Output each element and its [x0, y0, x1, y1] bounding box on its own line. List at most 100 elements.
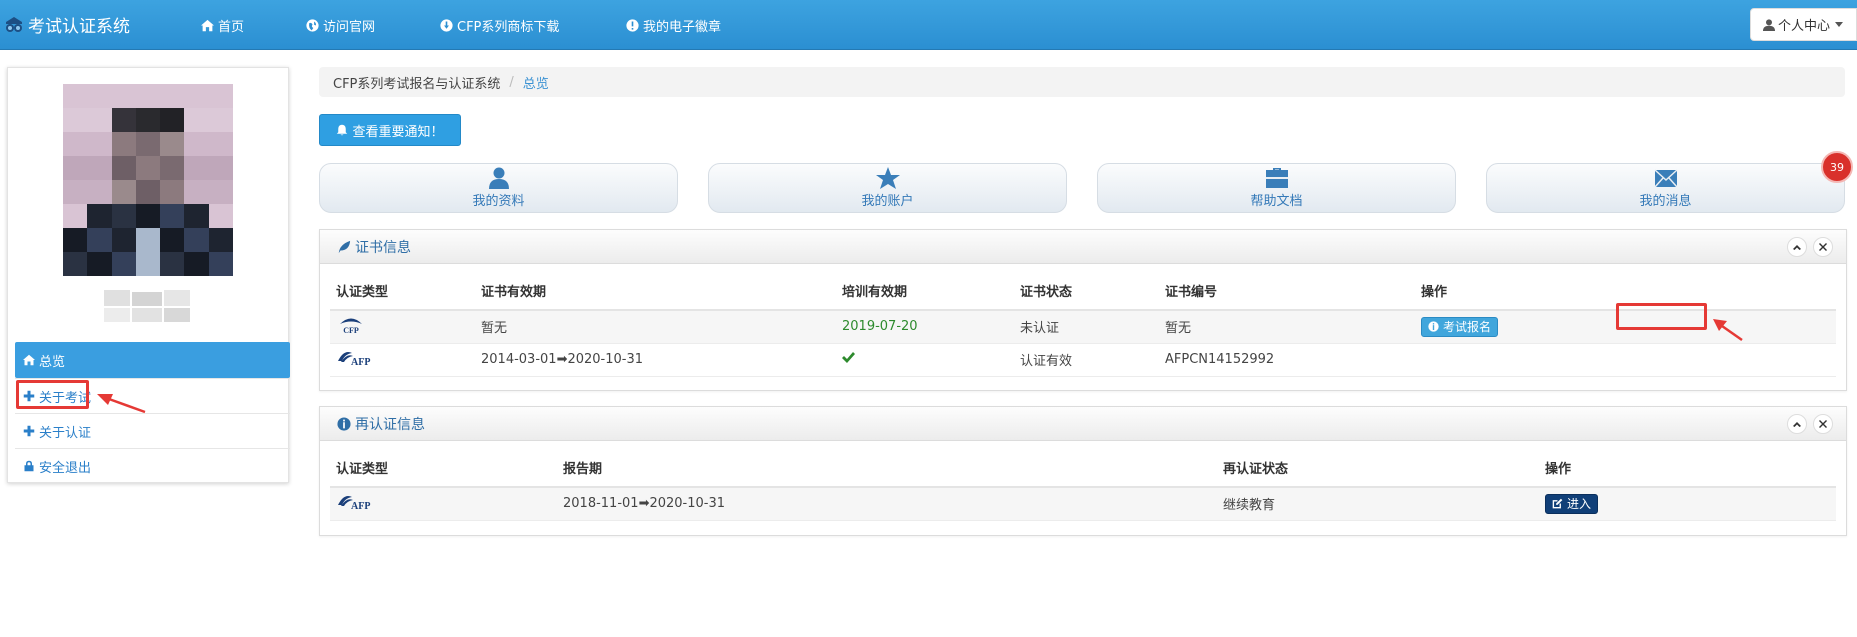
user-center-dropdown[interactable]: 个人中心 — [1750, 8, 1857, 41]
brand-title: 考试认证系统 — [28, 17, 130, 37]
train-valid-cell: 2019-07-20 — [836, 310, 1014, 344]
leaf-icon — [338, 240, 351, 253]
avatar-pixel — [160, 252, 186, 276]
date-to: 2020-10-31 — [649, 496, 726, 512]
avatar-pixel — [135, 84, 161, 108]
avatar-pixel — [111, 204, 137, 228]
column-header: 操作 — [1539, 448, 1836, 488]
user-menu-label: 个人中心 — [1778, 19, 1831, 34]
sidebar-menu: 总览 关于考试 关于认证 安全退出 — [15, 342, 290, 483]
collapse-button[interactable] — [1787, 414, 1807, 434]
date-to: 2020-10-31 — [567, 352, 644, 367]
avatar-pixel — [135, 156, 161, 180]
nav-item-label: 我的电子徽章 — [643, 20, 722, 35]
sidebar-item-label: 总览 — [39, 354, 66, 370]
close-button[interactable] — [1813, 237, 1833, 257]
column-header: 培训有效期 — [836, 271, 1014, 311]
svg-text:AFP: AFP — [351, 357, 370, 367]
avatar-pixel — [135, 132, 161, 156]
avatar-pixel — [208, 180, 233, 204]
tile-my-account[interactable]: 我的账户 — [708, 163, 1067, 213]
collapse-button[interactable] — [1787, 237, 1807, 257]
sidebar-item-about-cert[interactable]: 关于认证 — [15, 413, 290, 448]
briefcase-icon — [1265, 168, 1288, 188]
home-icon — [201, 19, 214, 32]
avatar-pixel — [160, 156, 186, 180]
action-cell — [1415, 343, 1836, 377]
panel-tools — [1787, 414, 1833, 434]
envelope-icon — [1653, 169, 1678, 188]
avatar-pixel — [87, 180, 113, 204]
panel-header: 再认证信息 — [320, 407, 1846, 441]
tile-label: 我的账户 — [861, 194, 914, 209]
home-icon — [23, 354, 35, 366]
tile-help-docs[interactable]: 帮助文档 — [1097, 163, 1456, 213]
avatar-pixel — [160, 228, 186, 252]
avatar-pixel — [184, 84, 210, 108]
plus-icon — [23, 425, 35, 437]
important-notice-button[interactable]: 查看重要通知！ — [319, 114, 461, 146]
highlight-box — [16, 380, 89, 409]
avatar-pixel — [111, 156, 137, 180]
avatar-pixel — [208, 252, 233, 276]
sidebar-item-logout[interactable]: 安全退出 — [15, 448, 290, 483]
panel-title: 证书信息 — [355, 239, 411, 256]
tile-my-messages[interactable]: 我的消息 — [1486, 163, 1845, 213]
breadcrumb-root[interactable]: CFP系列考试报名与认证系统 — [333, 73, 500, 92]
breadcrumb-current: 总览 — [522, 76, 549, 92]
cfp-logo-icon: CFP — [340, 318, 362, 335]
avatar-pixel — [160, 204, 186, 228]
chevron-up-icon — [1793, 422, 1801, 427]
recert-info-panel: 再认证信息 认证类型 报告期 再认证状态 操作 AFP 2018-11-01➡2… — [319, 406, 1847, 536]
username-blurred — [104, 290, 190, 322]
report-period-cell: 2018-11-01➡2020-10-31 — [557, 487, 1217, 521]
cert-number-cell: AFPCN14152992 — [1159, 343, 1415, 377]
close-button[interactable] — [1813, 414, 1833, 434]
enter-button[interactable]: 进入 — [1545, 493, 1599, 514]
exam-register-button[interactable]: 考试报名 — [1421, 316, 1499, 337]
panel-title: 再认证信息 — [355, 416, 425, 433]
cert-table: 认证类型 证书有效期 培训有效期 证书状态 证书编号 操作 CFP 暂无 201… — [330, 271, 1836, 377]
cert-type-cell: CFP — [330, 310, 475, 344]
sidebar-item-overview[interactable]: 总览 — [15, 342, 290, 378]
svg-text:AFP: AFP — [351, 501, 370, 511]
avatar-pixel — [111, 108, 137, 132]
brand[interactable]: 考试认证系统 — [4, 12, 130, 37]
nav-item-trademark-download[interactable]: CFP系列商标下载 — [440, 16, 559, 35]
action-cell: 进入 — [1539, 487, 1836, 521]
chevron-down-icon — [1835, 22, 1844, 27]
download-icon — [440, 19, 453, 32]
info-icon — [1428, 321, 1439, 332]
afp-logo-icon: AFP — [338, 495, 370, 511]
nav-item-official-site[interactable]: 访问官网 — [306, 16, 375, 35]
avatar-pixel — [111, 84, 137, 108]
avatar-pixel — [184, 252, 210, 276]
avatar-pixel — [184, 204, 210, 228]
tile-label: 我的消息 — [1639, 194, 1692, 209]
column-header: 证书状态 — [1014, 271, 1159, 311]
nav-item-home[interactable]: 首页 — [201, 16, 244, 35]
nav-item-e-badge[interactable]: 我的电子徽章 — [626, 16, 721, 35]
avatar-pixel — [135, 204, 161, 228]
arrow-right-icon: ➡ — [556, 352, 568, 367]
avatar-pixel — [63, 180, 88, 204]
edit-icon — [1552, 498, 1563, 509]
avatar — [63, 84, 233, 276]
lock-icon — [24, 460, 34, 472]
avatar-pixel — [184, 180, 210, 204]
avatar-pixel — [87, 108, 113, 132]
cert-valid-cell: 暂无 — [475, 310, 836, 344]
afp-logo-icon: AFP — [338, 351, 370, 367]
close-icon — [1819, 420, 1827, 428]
check-icon — [842, 352, 855, 363]
star-icon — [875, 167, 900, 189]
avatar-pixel — [111, 228, 137, 252]
tile-my-profile[interactable]: 我的资料 — [319, 163, 678, 213]
avatar-pixel — [87, 156, 113, 180]
badge-icon — [626, 19, 639, 32]
date-from: 2014-03-01 — [481, 352, 557, 367]
column-header: 报告期 — [557, 448, 1217, 488]
bell-icon — [337, 124, 348, 136]
exam-register-label: 考试报名 — [1443, 320, 1492, 335]
nav-item-label: CFP系列商标下载 — [457, 20, 560, 35]
